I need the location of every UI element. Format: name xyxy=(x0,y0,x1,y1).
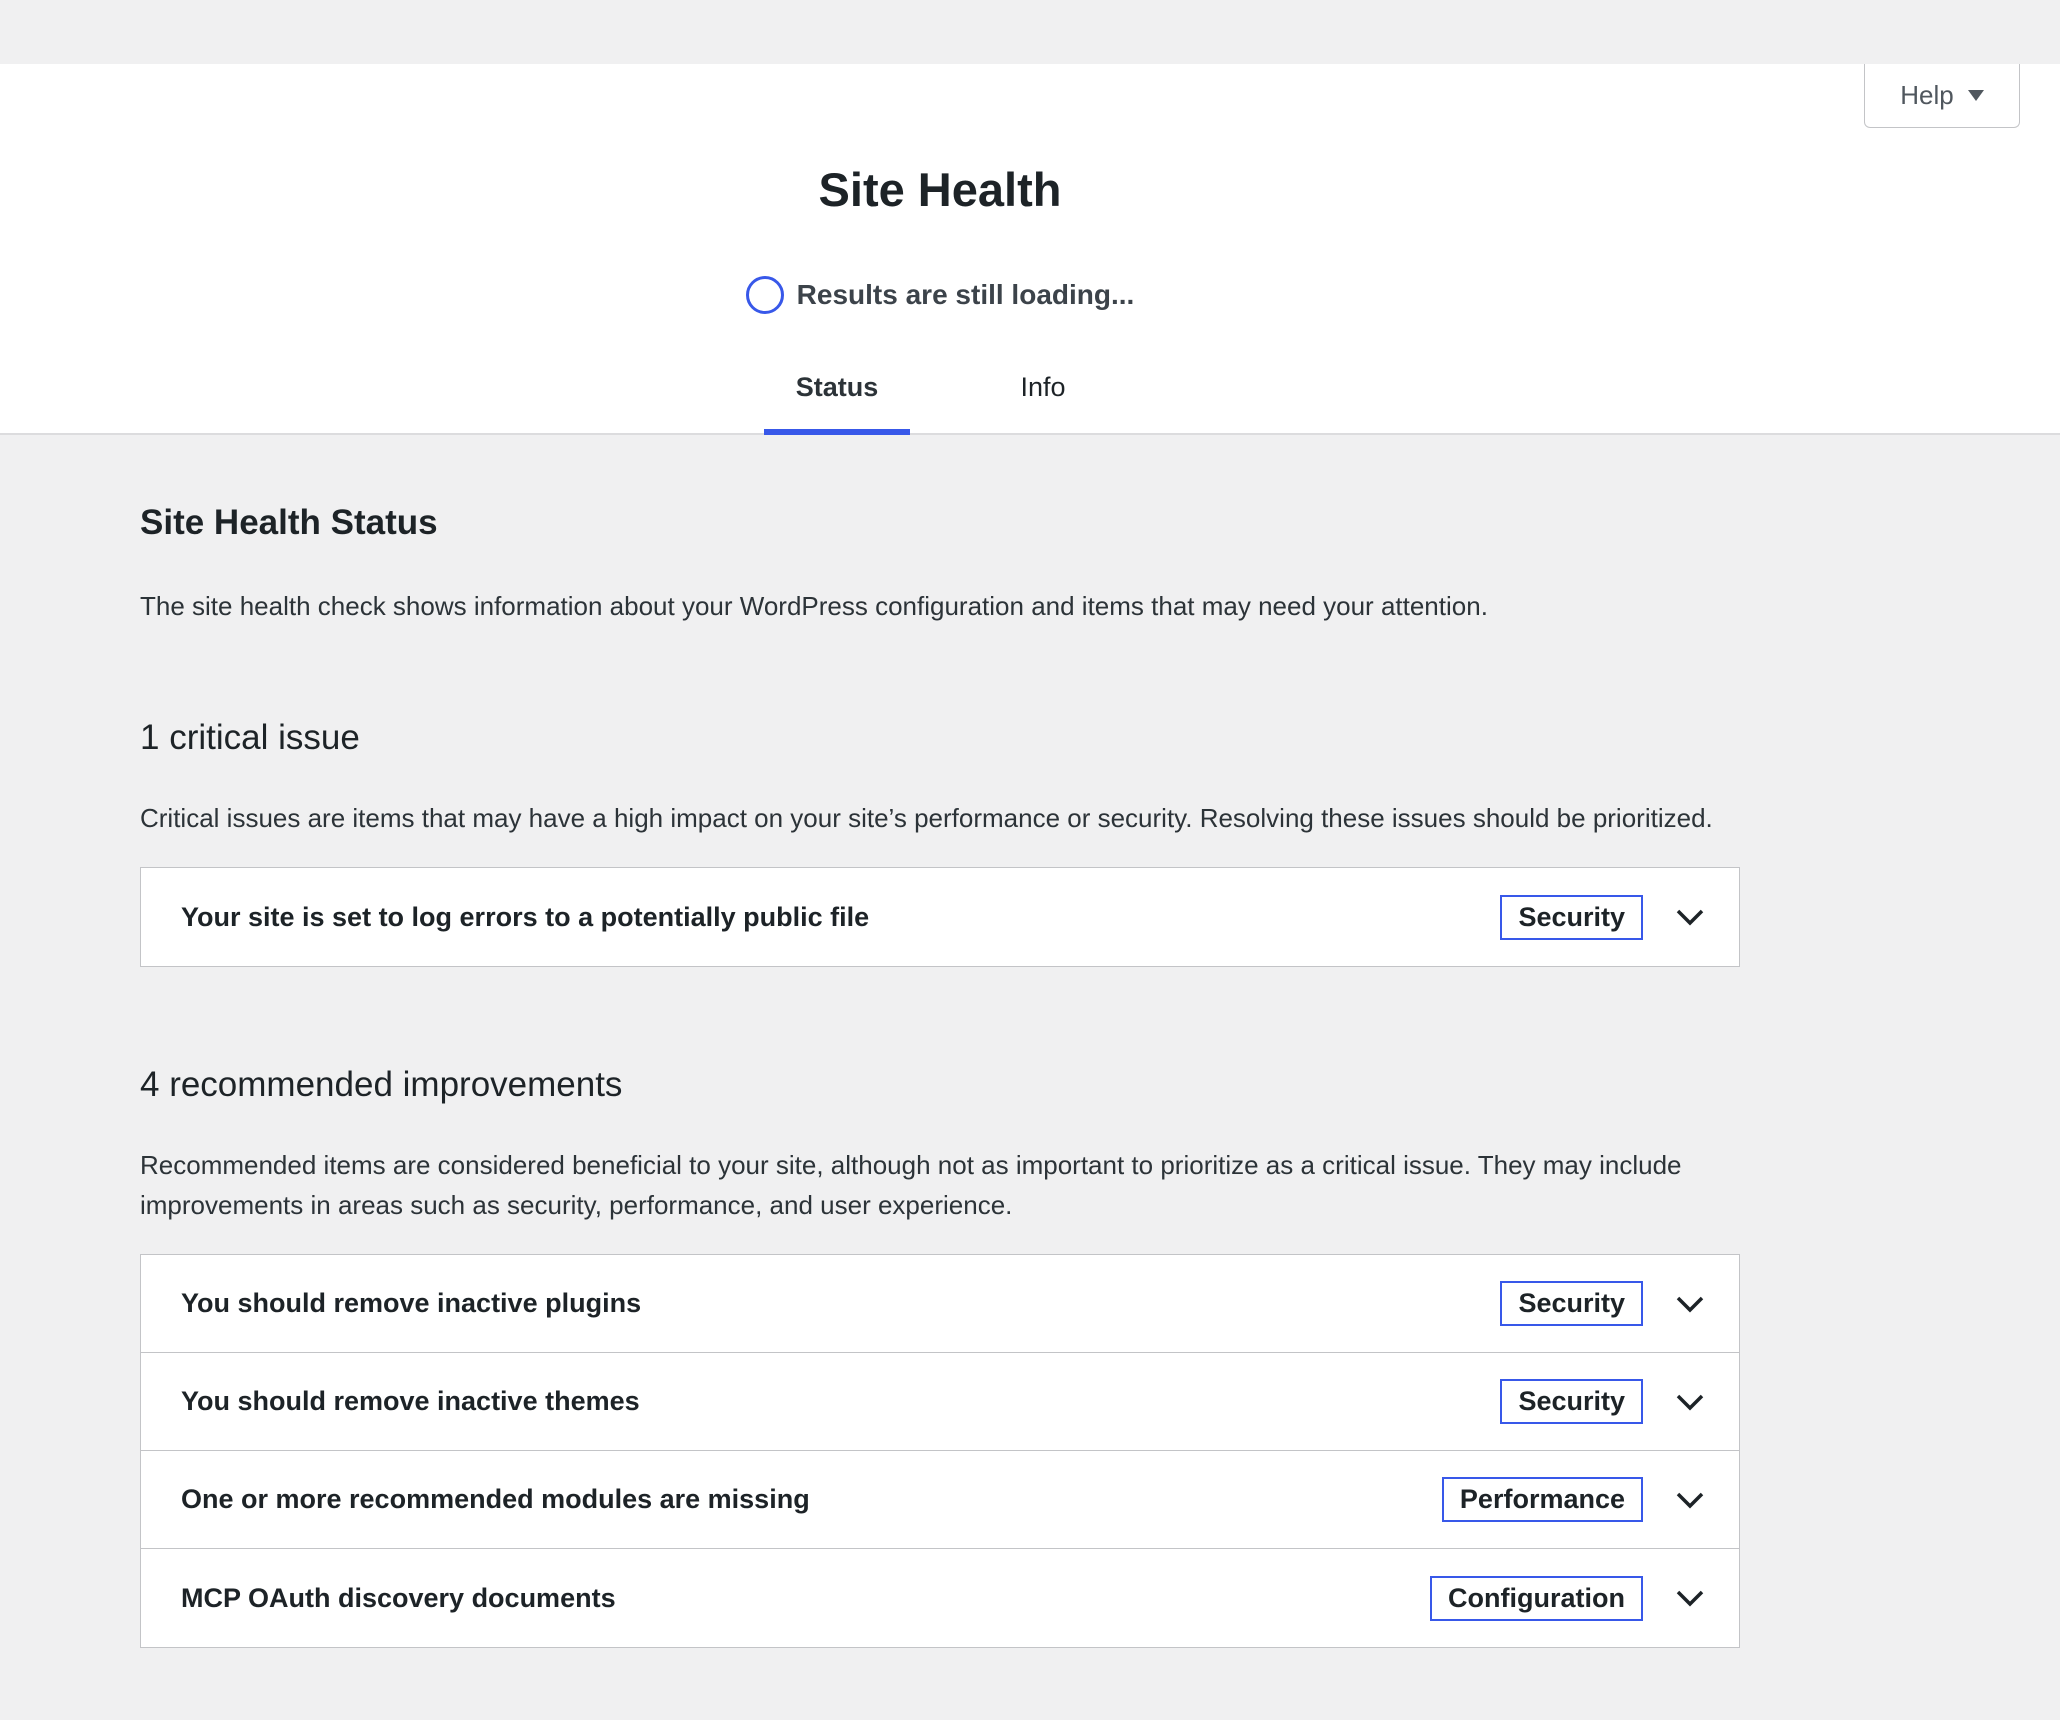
main-content: Site Health Status The site health check… xyxy=(140,435,1740,1648)
recommended-improvements-list: You should remove inactive plugins Secur… xyxy=(140,1254,1740,1648)
issue-badge: Security xyxy=(1500,1379,1643,1424)
issue-row[interactable]: You should remove inactive plugins Secur… xyxy=(141,1255,1739,1353)
issue-row[interactable]: You should remove inactive themes Securi… xyxy=(141,1353,1739,1451)
issue-label: You should remove inactive plugins xyxy=(181,1288,642,1318)
tab-status[interactable]: Status xyxy=(764,364,910,435)
tab-nav: Status Info xyxy=(0,364,1880,435)
issue-row[interactable]: One or more recommended modules are miss… xyxy=(141,1451,1739,1549)
caret-down-icon xyxy=(1967,90,1984,101)
critical-issues-description: Critical issues are items that may have … xyxy=(140,803,1713,833)
page-header: Help Site Health Results are still loadi… xyxy=(0,64,2060,435)
chevron-down-icon[interactable] xyxy=(1673,1287,1707,1321)
issue-label: MCP OAuth discovery documents xyxy=(181,1582,616,1613)
help-button-label: Help xyxy=(1900,80,1954,110)
chevron-down-icon[interactable] xyxy=(1673,1581,1707,1615)
top-bar xyxy=(0,0,2060,64)
loading-text: Results are still loading... xyxy=(796,279,1135,310)
recommended-improvements-title: 4 recommended improvements xyxy=(140,1065,623,1104)
chevron-down-icon[interactable] xyxy=(1673,1385,1707,1419)
issue-row[interactable]: MCP OAuth discovery documents Configurat… xyxy=(141,1549,1739,1647)
recommended-improvements-description: Recommended items are considered benefic… xyxy=(140,1150,1682,1220)
issue-row[interactable]: Your site is set to log errors to a pote… xyxy=(141,868,1739,966)
issue-label: One or more recommended modules are miss… xyxy=(181,1484,810,1514)
tab-info[interactable]: Info xyxy=(970,364,1116,435)
issue-label: Your site is set to log errors to a pote… xyxy=(181,901,870,932)
loading-circle-icon xyxy=(745,276,784,314)
issue-badge: Security xyxy=(1500,894,1643,940)
issue-badge: Security xyxy=(1500,1281,1643,1326)
loading-status: Results are still loading... xyxy=(0,276,1880,314)
help-button[interactable]: Help xyxy=(1864,64,2020,128)
chevron-down-icon[interactable] xyxy=(1673,900,1707,934)
issue-badge: Performance xyxy=(1441,1477,1643,1522)
page-title: Site Health xyxy=(818,163,1062,216)
section-description: The site health check shows information … xyxy=(140,591,1488,621)
issue-badge: Configuration xyxy=(1430,1575,1643,1621)
critical-issues-list: Your site is set to log errors to a pote… xyxy=(140,867,1740,967)
chevron-down-icon[interactable] xyxy=(1673,1483,1707,1517)
issue-label: You should remove inactive themes xyxy=(181,1386,640,1416)
section-title: Site Health Status xyxy=(140,503,438,542)
critical-issues-title: 1 critical issue xyxy=(140,718,360,757)
